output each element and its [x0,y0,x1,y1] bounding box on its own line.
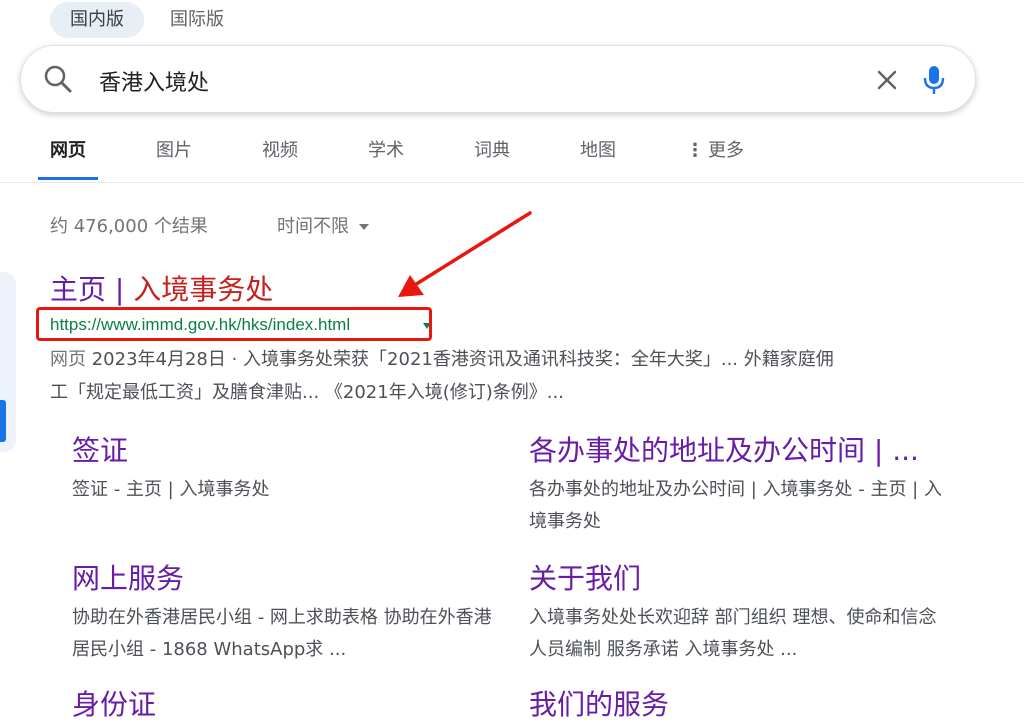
sitelink-title-online-services[interactable]: 网上服务 [72,558,502,600]
sitelink-desc: 签证 - 主页 | 入境事务处 [72,479,270,500]
sitelink-title-about-us[interactable]: 关于我们 [529,558,949,600]
nav-divider [0,182,1024,183]
search-box [20,45,976,113]
sitelink: 签证 签证 - 主页 | 入境事务处 [72,430,502,506]
snippet-line-2: 工「规定最低工资」及膳食津贴... 《2021年入境(修订)条例》... [50,382,564,403]
time-filter-label: 时间不限 [277,216,349,237]
snippet-label: 网页 [50,349,86,370]
result-title-main: 入境事务处 [133,273,274,306]
search-input[interactable] [97,62,861,100]
tab-images[interactable]: 图片 [144,126,204,180]
sitelink: 各办事处的地址及办公时间 | ... 各办事处的地址及办公时间 | 入境事务处 … [529,430,949,538]
sitelink: 身份证 [72,684,502,726]
region-tab-international[interactable]: 国际版 [150,2,244,38]
result-title-link[interactable]: 主页 | 入境事务处 [50,268,273,308]
sitelink-title-visa[interactable]: 签证 [72,430,502,472]
sitelink-title-offices[interactable]: 各办事处的地址及办公时间 | ... [529,430,949,472]
side-panel-indicator [0,400,6,442]
tab-web[interactable]: 网页 [38,126,98,180]
tab-videos[interactable]: 视频 [250,126,310,180]
annotation-highlight-box [36,307,432,341]
microphone-icon[interactable] [921,64,947,96]
region-tabs: 国内版 国际版 [50,2,244,38]
sitelink-desc: 协助在外香港居民小组 - 网上求助表格 协助在外香港居民小组 - 1868 Wh… [72,607,492,660]
search-icon[interactable] [43,64,73,94]
close-icon[interactable] [875,68,899,92]
sitelink: 关于我们 入境事务处处长欢迎辞 部门组织 理想、使命和信念 人员编制 服务承诺 … [529,558,949,666]
result-title-prefix: 主页 | [50,273,134,306]
sitelink-title-id-card[interactable]: 身份证 [72,684,502,726]
sitelink-desc: 入境事务处处长欢迎辞 部门组织 理想、使命和信念 人员编制 服务承诺 入境事务处… [529,607,937,660]
sitelink: 网上服务 协助在外香港居民小组 - 网上求助表格 协助在外香港居民小组 - 18… [72,558,502,666]
tab-academic[interactable]: 学术 [356,126,416,180]
sitelink: 我们的服务 [529,684,949,726]
tab-more-label: 更多 [708,140,744,161]
search-nav: 网页 图片 视频 学术 词典 地图 ⋮ 更多 [38,126,802,182]
sitelink-desc: 各办事处的地址及办公时间 | 入境事务处 - 主页 | 入境事务处 [529,479,942,532]
region-tab-domestic[interactable]: 国内版 [50,2,144,38]
chevron-down-icon [359,224,369,230]
snippet-line-1: 2023年4月28日 · 入境事务处荣获「2021香港资讯及通讯科技奖：全年大奖… [86,349,834,370]
time-filter-dropdown[interactable]: 时间不限 [277,212,369,238]
tab-maps[interactable]: 地图 [568,126,628,180]
result-snippet: 网页 2023年4月28日 · 入境事务处荣获「2021香港资讯及通讯科技奖：全… [50,343,950,409]
more-vert-icon: ⋮ [686,140,704,161]
sitelink-title-our-services[interactable]: 我们的服务 [529,684,949,726]
annotation-arrow-icon [398,211,532,297]
tab-more[interactable]: ⋮ 更多 [674,126,756,180]
result-stats: 约 476,000 个结果 [50,216,208,237]
tab-dictionary[interactable]: 词典 [462,126,522,180]
